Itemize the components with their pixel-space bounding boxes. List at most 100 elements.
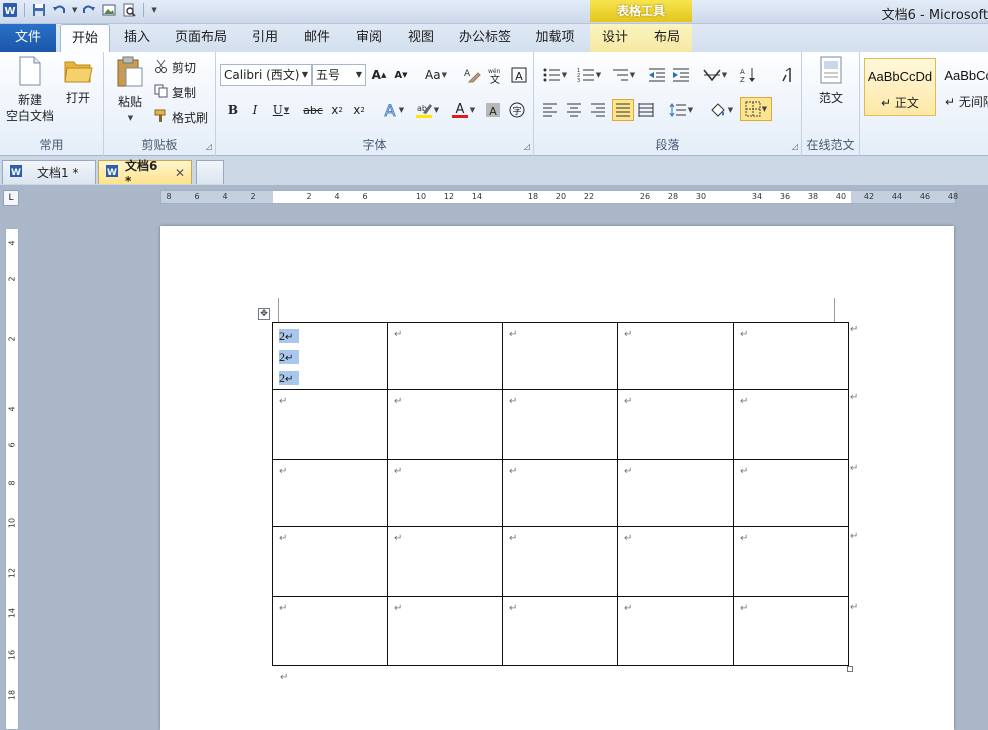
tab-page-layout[interactable]: 页面布局: [168, 24, 234, 52]
decrease-indent-icon[interactable]: [646, 64, 668, 86]
table-cell[interactable]: ↵: [502, 596, 618, 666]
font-color-icon[interactable]: A ▼: [448, 99, 478, 121]
highlight-icon[interactable]: ab ▼: [412, 99, 442, 121]
table-cell[interactable]: ↵: [387, 596, 503, 666]
align-left-icon[interactable]: [540, 99, 560, 121]
numbering-icon[interactable]: 1 2 3 ▼: [574, 64, 604, 86]
table-cell[interactable]: ↵: [617, 459, 734, 527]
document-table[interactable]: 2↵ 2↵ 2↵ ↵ ↵ ↵ ↵ ↵ ↵ ↵ ↵ ↵ ↵ ↵ ↵ ↵ ↵ ↵ ↵ ↵ ↵ ↵ ↵ ↵ ↵ ↵ ↵: [272, 322, 849, 666]
doc-tab-6[interactable]: W 文档6 * ✕: [98, 159, 192, 188]
table-cell[interactable]: ↵: [387, 389, 503, 460]
copy-button[interactable]: 复制: [154, 81, 196, 103]
table-cell[interactable]: ↵: [617, 526, 734, 597]
multilevel-list-icon[interactable]: ▼: [608, 64, 638, 86]
table-cell[interactable]: ↵: [617, 596, 734, 666]
new-document-button[interactable]: 新建 空白文档: [4, 56, 56, 124]
font-name-combo[interactable]: Calibri (西文) ▼: [220, 64, 312, 86]
table-cell[interactable]: 2↵ 2↵ 2↵: [272, 322, 388, 390]
undo-dropdown-icon[interactable]: ▼: [72, 6, 77, 14]
paragraph-launcher-icon[interactable]: ◿: [792, 142, 798, 151]
table-cell[interactable]: ↵: [733, 526, 849, 597]
table-cell[interactable]: ↵: [502, 526, 618, 597]
undo-icon[interactable]: [51, 2, 67, 18]
tab-mailings[interactable]: 邮件: [294, 24, 340, 52]
paste-dropdown-icon[interactable]: ▼: [111, 110, 150, 126]
tab-layout[interactable]: 布局: [646, 24, 688, 52]
tab-office-tab[interactable]: 办公标签: [452, 24, 518, 52]
cut-button[interactable]: 剪切: [154, 56, 196, 78]
table-cell[interactable]: ↵: [733, 322, 849, 390]
phonetic-guide-icon[interactable]: wén 文: [486, 64, 506, 86]
superscript-icon[interactable]: x2: [350, 99, 368, 121]
style-no-spacing[interactable]: AaBbCcI ↵ 无间隔: [940, 58, 988, 116]
bullets-icon[interactable]: ▼: [540, 64, 570, 86]
line-spacing-icon[interactable]: ▼: [666, 99, 696, 121]
font-size-dropdown-icon[interactable]: ▼: [356, 65, 362, 85]
table-cell[interactable]: ↵: [733, 389, 849, 460]
show-formatting-marks-icon[interactable]: [776, 64, 798, 86]
shading-icon[interactable]: ▼: [706, 99, 736, 121]
horizontal-ruler[interactable]: 8 6 4 2 2 4 6 10 12 14 18 20 22 26 28 30 34 36 38 40 42 44 46 4…: [160, 190, 958, 204]
chinese-layout-icon[interactable]: ▼: [700, 64, 730, 86]
grow-font-icon[interactable]: A ▲: [370, 64, 388, 86]
selected-text[interactable]: 2↵: [279, 329, 300, 343]
document-page[interactable]: ✥ 2↵ 2↵ 2↵ ↵ ↵ ↵ ↵ ↵ ↵ ↵ ↵ ↵ ↵ ↵ ↵ ↵ ↵ ↵ ↵ ↵ ↵ ↵ ↵ ↵ ↵ ↵ ↵ ↵ ↵ ↵ ↵ ↵ ↵: [160, 226, 954, 730]
tab-file[interactable]: 文件: [0, 24, 56, 52]
close-icon[interactable]: ✕: [175, 166, 185, 180]
table-cell[interactable]: ↵: [272, 526, 388, 597]
table-cell[interactable]: ↵: [733, 459, 849, 527]
table-cell[interactable]: ↵: [733, 596, 849, 666]
italic-icon[interactable]: I: [246, 99, 264, 121]
tab-selector-icon[interactable]: L: [3, 190, 19, 206]
font-launcher-icon[interactable]: ◿: [524, 142, 530, 151]
template-button[interactable]: 范文: [808, 56, 854, 106]
clipboard-launcher-icon[interactable]: ◿: [206, 142, 212, 151]
table-cell[interactable]: ↵: [272, 389, 388, 460]
save-icon[interactable]: [31, 2, 47, 18]
table-resize-handle[interactable]: [847, 666, 853, 672]
character-shading-icon[interactable]: A: [484, 99, 502, 121]
word-icon[interactable]: W: [2, 2, 18, 18]
selected-text[interactable]: 2↵: [279, 371, 300, 385]
customize-icon[interactable]: ▼: [151, 6, 156, 14]
align-right-icon[interactable]: [588, 99, 608, 121]
align-center-icon[interactable]: [564, 99, 584, 121]
sort-icon[interactable]: AZ: [738, 64, 760, 86]
table-cell[interactable]: ↵: [502, 389, 618, 460]
table-cell[interactable]: ↵: [387, 322, 503, 390]
table-cell[interactable]: ↵: [617, 389, 734, 460]
enclose-character-icon[interactable]: 字: [508, 99, 526, 121]
table-move-handle-icon[interactable]: ✥: [258, 308, 270, 320]
style-normal[interactable]: AaBbCcDd ↵ 正文: [864, 58, 936, 116]
font-name-dropdown-icon[interactable]: ▼: [302, 65, 308, 85]
table-cell[interactable]: ↵: [502, 459, 618, 527]
table-cell[interactable]: ↵: [387, 459, 503, 527]
table-cell[interactable]: ↵: [502, 322, 618, 390]
distributed-icon[interactable]: [636, 99, 656, 121]
open-button[interactable]: 打开: [58, 56, 98, 106]
strikethrough-icon[interactable]: abc: [302, 99, 324, 121]
clear-format-icon[interactable]: A: [462, 64, 482, 86]
table-cell[interactable]: ↵: [387, 526, 503, 597]
redo-icon[interactable]: [81, 2, 97, 18]
format-painter-button[interactable]: 格式刷: [154, 106, 208, 128]
bold-icon[interactable]: B: [224, 99, 242, 121]
selected-text[interactable]: 2↵: [279, 350, 300, 364]
text-effect-icon[interactable]: A ▼: [380, 99, 406, 121]
underline-icon[interactable]: U ▼: [268, 99, 294, 121]
borders-icon[interactable]: ▼: [740, 97, 772, 121]
paste-button[interactable]: 粘贴 ▼: [110, 56, 150, 126]
table-cell[interactable]: ↵: [272, 459, 388, 527]
doc-tab-1[interactable]: W 文档1 *: [2, 160, 96, 184]
tab-insert[interactable]: 插入: [114, 24, 160, 52]
vertical-ruler[interactable]: 4 2 2 4 6 8 10 12 14 16 18: [5, 228, 19, 730]
justify-icon[interactable]: [612, 99, 634, 121]
font-size-combo[interactable]: 五号 ▼: [312, 64, 366, 86]
insert-picture-icon[interactable]: [101, 2, 117, 18]
table-cell[interactable]: ↵: [272, 596, 388, 666]
character-border-icon[interactable]: A: [510, 64, 528, 86]
shrink-font-icon[interactable]: A ▼: [392, 64, 410, 86]
print-preview-icon[interactable]: [121, 2, 137, 18]
tab-home[interactable]: 开始: [60, 24, 110, 52]
tab-review[interactable]: 审阅: [346, 24, 392, 52]
